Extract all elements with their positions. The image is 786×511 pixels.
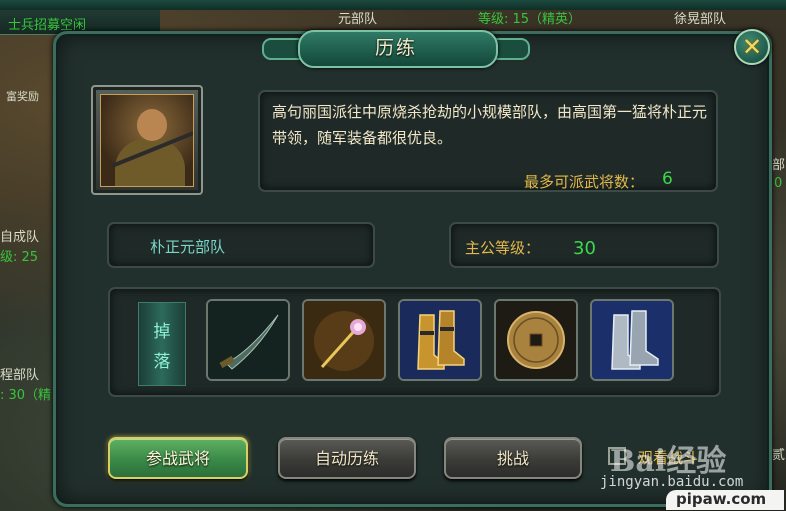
baidu-url-watermark: jingyan.baidu.com [600,474,744,490]
flower-hairpin-icon [304,301,384,379]
portrait-body [115,139,185,186]
challenge-button[interactable]: 挑战 [444,437,582,479]
bg-right-fragment-2: 0 [774,176,783,191]
drop-item-1[interactable] [206,299,290,381]
lord-level-value: 30 [573,238,596,259]
bg-right-fragment-3: 贰 [772,448,786,463]
dialog-title: 历练 [374,37,417,59]
curved-sword-icon [208,301,288,379]
top-bar [0,0,786,10]
lord-level-label: 主公等级： [465,239,541,257]
portrait-head [137,109,167,141]
bg-xuhuang-troop: 徐晃部队 [674,12,727,27]
description-text: 高句丽国派往中原烧杀抢劫的小规模部队，由高国第一猛将朴正元带领，随军装备都很优良… [272,103,708,147]
close-x-icon: ✕ [741,33,763,61]
drop-item-5[interactable] [590,299,674,381]
max-generals-value: 6 [662,169,673,189]
bg-reward-label: 富奖励 [6,90,39,103]
pipaw-watermark-text: pipaw.com [676,490,767,508]
bg-right-fragment-1: 部 [772,158,786,173]
drops-label-char-1: 掉 [153,322,171,342]
join-generals-button[interactable]: 参战武将 [108,437,248,479]
enemy-general-portrait[interactable] [100,94,194,187]
auto-train-button[interactable]: 自动历练 [278,437,416,479]
bronze-coin-icon [496,301,576,379]
troop-name-panel [107,222,375,268]
drop-item-4[interactable] [494,299,578,381]
golden-boots-icon [400,301,480,379]
drops-label-char-2: 落 [153,352,171,372]
bg-left-troop: 自成队 [0,230,40,245]
drop-item-3[interactable] [398,299,482,381]
bg-cheng-troop: 程部队 [0,368,40,383]
drops-label: 掉 落 [138,302,186,386]
close-button[interactable]: ✕ [734,29,770,65]
bg-cheng-level: : 30（精 [0,388,52,403]
bg-troop-label: 元部队 [338,12,378,27]
silver-boots-icon [592,301,672,379]
bg-level-label: 等级: 15（精英） [478,12,582,27]
bg-left-level: 级: 25 [0,250,39,265]
pipaw-watermark: pipaw.com [666,490,784,510]
max-generals-label: 最多可派武将数： [524,173,645,191]
troop-name: 朴正元部队 [150,238,226,256]
drop-item-2[interactable] [302,299,386,381]
